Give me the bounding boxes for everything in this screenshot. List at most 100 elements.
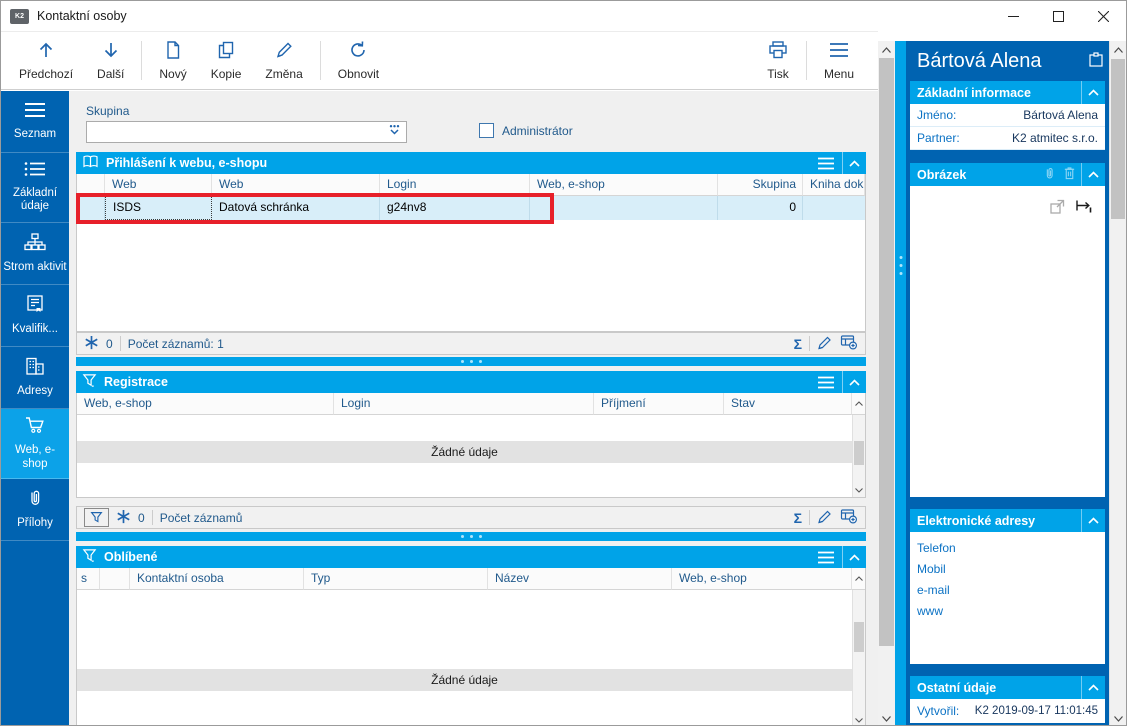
link-mobil[interactable]: Mobil [910,559,1105,580]
collapse-chevron-icon[interactable] [1081,81,1105,104]
sidebar-item-kvalifikace[interactable]: Kvalifik... [1,285,69,347]
column-header-web2[interactable]: Web [212,174,380,196]
splitter-handle[interactable] [76,532,866,541]
main-scrollbar[interactable] [878,41,895,725]
cell-skupina[interactable]: 0 [718,196,803,220]
collapse-chevron-icon[interactable] [842,546,866,568]
collapse-chevron-icon[interactable] [1081,676,1105,699]
column-header-s[interactable]: s [77,568,100,590]
close-button[interactable] [1081,1,1126,31]
table-scrollbar[interactable] [852,415,865,497]
sum-icon[interactable]: Σ [794,336,802,352]
link-telefon[interactable]: Telefon [910,538,1105,559]
table-scrollbar[interactable] [852,590,865,725]
minimize-button[interactable] [991,1,1036,31]
column-header-webshop[interactable]: Web, e-shop [672,568,852,590]
sidebar-item-seznam[interactable]: Seznam [1,91,69,153]
next-button[interactable]: Další [85,32,136,89]
splitter-handle[interactable] [76,357,866,366]
cell-webshop[interactable] [530,196,718,220]
star-icon [84,335,99,353]
column-header-login[interactable]: Login [380,174,530,196]
cell-web2[interactable]: Datová schránka [212,196,380,220]
print-button[interactable]: Tisk [755,32,801,89]
collapse-chevron-icon[interactable] [1081,163,1105,186]
column-header-typ[interactable]: Typ [304,568,488,590]
scroll-down-icon[interactable] [853,484,865,497]
column-header-stav[interactable]: Stav [724,393,852,415]
filter-button[interactable] [84,508,109,527]
administrator-checkbox[interactable] [479,123,494,138]
open-external-icon[interactable] [1049,198,1066,220]
edit-icon[interactable] [817,335,833,353]
app-window: K2 Kontaktní osoby Předchozí Další Nový … [0,0,1127,726]
cell-kniha[interactable] [803,196,863,220]
cell-web1[interactable]: ISDS [105,196,212,220]
new-button[interactable]: Nový [147,32,198,89]
column-header-prijmeni[interactable]: Příjmení [594,393,724,415]
sidebar-item-prilohy[interactable]: Přílohy [1,479,69,541]
scrollbar-thumb[interactable] [879,58,894,646]
collapse-chevron-icon[interactable] [1081,509,1105,532]
sidebar-item-adresy[interactable]: Adresy [1,347,69,409]
registration-panel: Registrace Web, e-shop Login Příjmení St… [76,371,866,498]
vertical-splitter-handle[interactable] [895,41,906,725]
collapse-chevron-icon[interactable] [842,152,866,174]
paperclip-icon [26,488,44,512]
section-header[interactable]: Ostatní údaje [910,676,1105,699]
attach-icon[interactable] [1043,166,1056,183]
scrollbar-thumb[interactable] [1111,59,1125,219]
column-header-blank[interactable] [100,568,130,590]
scroll-up-icon[interactable] [852,568,865,590]
section-header[interactable]: Základní informace [910,81,1105,104]
sum-icon[interactable]: Σ [794,510,802,526]
scroll-down-icon[interactable] [1110,710,1126,725]
registration-table-header: Web, e-shop Login Příjmení Stav [76,393,866,415]
copy-button[interactable]: Kopie [199,32,254,89]
section-image: Obrázek [910,163,1105,497]
refresh-button[interactable]: Obnovit [326,32,391,89]
link-www[interactable]: www [910,601,1105,622]
panel-menu-icon[interactable] [810,546,842,568]
edit-icon[interactable] [817,509,833,527]
panel-menu-icon[interactable] [810,371,842,393]
detail-scrollbar[interactable] [1109,41,1126,725]
book-icon [82,154,99,172]
maximize-button[interactable] [1036,1,1081,31]
sidebar-item-strom-aktivit[interactable]: Strom aktivit [1,223,69,285]
cell-login[interactable]: g24nv8 [380,196,530,220]
menu-button[interactable]: Menu [812,32,866,89]
table-row-selected[interactable]: ISDS Datová schránka g24nv8 0 [77,196,865,220]
section-header[interactable]: Elektronické adresy [910,509,1105,532]
trash-icon[interactable] [1063,166,1076,183]
change-button[interactable]: Změna [253,32,314,89]
scroll-down-icon[interactable] [878,710,895,725]
link-email[interactable]: e-mail [910,580,1105,601]
fit-width-icon[interactable] [1075,198,1093,220]
column-header[interactable] [77,174,105,196]
add-record-icon[interactable] [840,334,858,353]
column-header-kniha[interactable]: Kniha dokl [803,174,865,196]
column-header-webshop[interactable]: Web, e-shop [77,393,334,415]
board-icon[interactable] [1089,50,1103,73]
scroll-up-icon[interactable] [1110,41,1126,58]
group-combobox[interactable] [86,121,407,143]
collapse-chevron-icon[interactable] [842,371,866,393]
column-header-nazev[interactable]: Název [488,568,672,590]
sidebar-item-web-eshop[interactable]: Web, e-shop [1,409,69,479]
column-header-skupina[interactable]: Skupina [718,174,803,196]
buildings-icon [25,357,45,380]
panel-menu-icon[interactable] [810,152,842,174]
scroll-down-icon[interactable] [853,714,865,725]
add-record-icon[interactable] [840,508,858,527]
column-header-web1[interactable]: Web [105,174,212,196]
column-header-kontaktni-osoba[interactable]: Kontaktní osoba [130,568,304,590]
column-header-webshop[interactable]: Web, e-shop [530,174,718,196]
column-header-login[interactable]: Login [334,393,594,415]
scroll-up-icon[interactable] [852,393,865,415]
section-header[interactable]: Obrázek [910,163,1105,186]
dropdown-icon[interactable] [387,123,402,142]
previous-button[interactable]: Předchozí [7,32,85,89]
scroll-up-icon[interactable] [878,41,895,58]
sidebar-item-zakladni-udaje[interactable]: Základní údaje [1,153,69,223]
